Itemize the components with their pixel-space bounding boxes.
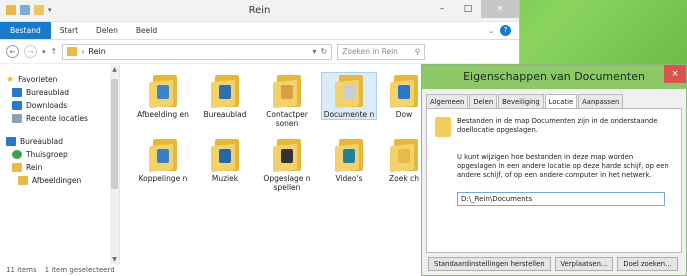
search-input[interactable]: Zoeken in Rein ⚲ (337, 43, 426, 60)
nav-item-afbeeldingen[interactable]: Afbeeldingen (6, 174, 119, 187)
address-dropdown-icon[interactable]: ▾ (313, 47, 317, 56)
maximize-button[interactable]: □ (455, 0, 481, 18)
user-folder-icon (67, 47, 78, 56)
nav-item-bureaublad-root[interactable]: Bureaublad (6, 135, 119, 148)
star-icon: ★ (6, 74, 15, 85)
nav-scrollbar[interactable]: ▲ ▼ (110, 65, 119, 264)
search-placeholder: Zoeken in Rein (342, 47, 398, 56)
tab-beveiliging[interactable]: Beveiliging (498, 94, 544, 108)
folder-videos[interactable]: Video's (322, 137, 376, 183)
item-count: 11 items (6, 266, 37, 274)
folder-icon (335, 73, 363, 109)
address-row: ← → ▾ ↑ › Rein ▾ ↻ Zoeken in Rein ⚲ (0, 40, 519, 64)
move-button[interactable]: Verplaatsen... (554, 257, 614, 271)
find-target-button[interactable]: Doel zoeken... (617, 257, 678, 271)
folder-koppelingen[interactable]: Koppelinge n (136, 137, 190, 183)
tab-beeld[interactable]: Beeld (127, 22, 166, 39)
homegroup-icon (12, 150, 22, 159)
ribbon: Bestand Start Delen Beeld ⌄ ? (0, 22, 519, 40)
downloads-icon (12, 101, 22, 110)
scroll-down-icon[interactable]: ▼ (110, 256, 119, 263)
tab-delen[interactable]: Delen (87, 22, 127, 39)
nav-item-downloads[interactable]: Downloads (6, 99, 119, 112)
restore-default-button[interactable]: Standaardinstellingen herstellen (428, 257, 551, 271)
ribbon-help-area: ⌄ ? (488, 25, 511, 36)
breadcrumb-separator-icon: › (81, 47, 85, 56)
forward-button[interactable]: → (24, 45, 37, 58)
title-bar: ▾ Rein – □ × (0, 0, 519, 22)
tab-algemeen[interactable]: Algemeen (426, 94, 469, 108)
nav-item-bureaublad[interactable]: Bureaublad (6, 86, 119, 99)
folder-opgeslagen-spellen[interactable]: Opgeslage n spellen (260, 137, 314, 192)
tab-bestand[interactable]: Bestand (0, 22, 51, 39)
nav-item-recente-locaties[interactable]: Recente locaties (6, 112, 119, 125)
description-text: U kunt wijzigen hoe bestanden in deze ma… (457, 153, 669, 179)
folder-zoekopdrachten[interactable]: Zoek ch (384, 137, 424, 183)
folder-icon (211, 137, 239, 173)
dialog-title-bar: Eigenschappen van Documenten × (422, 65, 686, 89)
scroll-up-icon[interactable]: ▲ (110, 66, 119, 73)
expand-ribbon-icon[interactable]: ⌄ (488, 27, 494, 35)
scrollbar-thumb[interactable] (111, 79, 118, 189)
minimize-button[interactable]: – (429, 0, 455, 18)
user-folder-icon (12, 163, 22, 172)
nav-item-thuisgroep[interactable]: Thuisgroep (6, 148, 119, 161)
folder-contactpersonen[interactable]: Contactper sonen (260, 73, 314, 128)
up-arrow-icon[interactable]: ↑ (51, 47, 58, 56)
window-controls: – □ × (429, 0, 519, 18)
desktop-icon (12, 88, 22, 97)
tab-start[interactable]: Start (51, 22, 87, 39)
folder-muziek[interactable]: Muziek (198, 137, 252, 183)
tab-delen[interactable]: Delen (469, 94, 498, 108)
search-icon: ⚲ (414, 47, 421, 56)
folder-downloads[interactable]: Dow (384, 73, 424, 119)
folder-icon (335, 137, 363, 173)
recent-icon (12, 114, 22, 123)
recent-chevron-icon[interactable]: ▾ (42, 48, 46, 56)
dialog-close-button[interactable]: × (664, 65, 686, 83)
back-button[interactable]: ← (6, 45, 19, 58)
folder-icon (273, 137, 301, 173)
address-bar[interactable]: › Rein ▾ ↻ (62, 43, 333, 60)
tab-locatie[interactable]: Locatie (544, 94, 578, 109)
location-path-field[interactable]: D:\_Rein\Documents (457, 192, 665, 206)
location-panel: Bestanden in de map Documenten zijn in d… (426, 108, 682, 253)
folder-icon (149, 137, 177, 173)
nav-item-rein[interactable]: Rein (6, 161, 119, 174)
folder-icon (390, 73, 418, 109)
close-button[interactable]: × (481, 0, 519, 18)
folder-icon (390, 137, 418, 173)
dialog-title: Eigenschappen van Documenten (463, 70, 645, 83)
help-icon[interactable]: ? (500, 25, 511, 36)
folder-icon (149, 73, 177, 109)
dialog-buttons: Standaardinstellingen herstellen Verplaa… (428, 257, 682, 271)
desktop-icon (6, 137, 16, 146)
info-text: Bestanden in de map Documenten zijn in d… (457, 117, 658, 134)
pictures-icon (18, 176, 28, 185)
folder-documenten[interactable]: Documente n (321, 72, 377, 120)
folder-icon (273, 73, 301, 109)
navigation-pane: ★ Favorieten Bureaublad Downloads Recent… (0, 65, 120, 264)
info-row: Bestanden in de map Documenten zijn in d… (435, 117, 673, 137)
selection-count: 1 item geselecteerd (44, 266, 115, 274)
folder-bureaublad[interactable]: Bureaublad (198, 73, 252, 119)
refresh-icon[interactable]: ↻ (321, 47, 328, 56)
tab-aanpassen[interactable]: Aanpassen (578, 94, 624, 108)
folder-icon (211, 73, 239, 109)
nav-item-favorieten[interactable]: ★ Favorieten (6, 73, 119, 86)
dialog-tabs: Algemeen Delen Beveiliging Locatie Aanpa… (422, 89, 686, 109)
folder-icon (435, 117, 451, 137)
properties-dialog: Eigenschappen van Documenten × Algemeen … (421, 64, 687, 276)
folder-afbeeldingen[interactable]: Afbeelding en (136, 73, 190, 119)
breadcrumb-rein[interactable]: Rein (88, 47, 105, 56)
